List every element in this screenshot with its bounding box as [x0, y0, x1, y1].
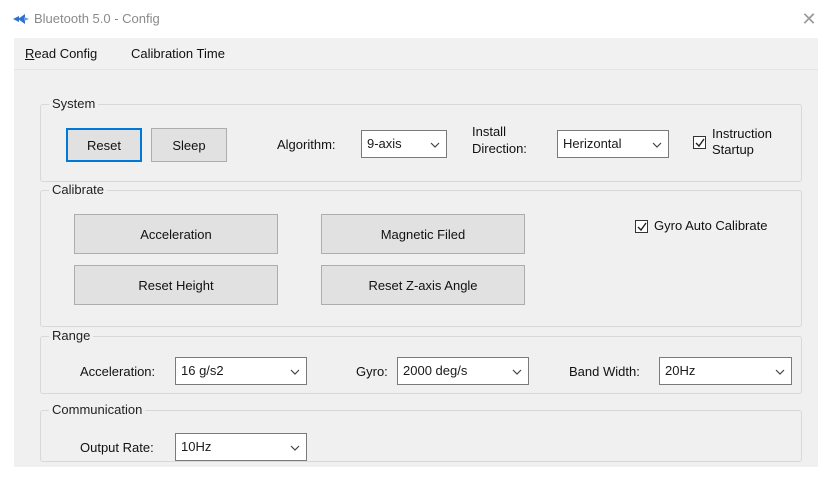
chevron-down-icon — [652, 142, 662, 148]
output-rate-label: Output Rate: — [80, 440, 154, 455]
install-direction-label: Install Direction: — [472, 123, 527, 157]
checkbox-box — [635, 219, 648, 233]
output-rate-value: 10Hz — [181, 439, 212, 454]
window-title: Bluetooth 5.0 - Config — [34, 11, 160, 26]
calibrate-group: Calibrate — [40, 182, 802, 327]
instruction-startup-checkbox[interactable]: Instruction Startup — [693, 126, 772, 158]
chevron-down-icon — [290, 445, 300, 451]
instruction-line2: Startup — [712, 142, 754, 157]
range-acceleration-label: Acceleration: — [80, 364, 156, 379]
gyro-range-select[interactable]: 2000 deg/s — [397, 357, 529, 385]
chevron-down-icon — [775, 369, 785, 375]
install-label-line1: Install — [472, 124, 506, 139]
output-rate-select[interactable]: 10Hz — [175, 433, 307, 461]
menu-read-config[interactable]: Read Config — [25, 46, 97, 61]
band-width-label: Band Width: — [569, 364, 640, 379]
system-group-label: System — [49, 96, 99, 111]
algorithm-value: 9-axis — [367, 136, 402, 151]
checkbox-box — [693, 135, 706, 149]
close-icon: ✕ — [801, 8, 817, 29]
reset-height-button[interactable]: Reset Height — [74, 265, 278, 305]
range-group-label: Range — [49, 328, 94, 343]
reset-z-axis-angle-button[interactable]: Reset Z-axis Angle — [321, 265, 525, 305]
checkmark-icon — [637, 222, 647, 231]
bluetooth-app-icon — [13, 14, 29, 24]
reset-button[interactable]: Reset — [66, 128, 142, 162]
algorithm-select[interactable]: 9-axis — [361, 130, 447, 158]
algorithm-label: Algorithm: — [277, 137, 336, 152]
chevron-down-icon — [512, 369, 522, 375]
close-button[interactable]: ✕ — [786, 0, 832, 38]
config-panel: System Reset Sleep Algorithm: 9-axis Ins… — [14, 70, 818, 467]
install-direction-value: Herizontal — [563, 136, 622, 151]
gyro-range-value: 2000 deg/s — [403, 363, 468, 378]
band-width-value: 20Hz — [665, 363, 696, 378]
calibrate-group-label: Calibrate — [49, 182, 108, 197]
sleep-button[interactable]: Sleep — [151, 128, 227, 162]
chevron-down-icon — [290, 369, 300, 375]
gyro-auto-calibrate-checkbox[interactable]: Gyro Auto Calibrate — [635, 218, 767, 234]
install-label-line2: Direction: — [472, 141, 527, 156]
gyro-range-label: Gyro: — [356, 364, 388, 379]
install-direction-select[interactable]: Herizontal — [557, 130, 669, 158]
menu-read-config-accel: R — [25, 46, 35, 61]
magnetic-field-button[interactable]: Magnetic Filed — [321, 214, 525, 254]
gyro-auto-calibrate-label: Gyro Auto Calibrate — [654, 218, 768, 233]
menu-bar: Read Config Calibration Time — [14, 38, 818, 70]
menu-calibration-time[interactable]: Calibration Time — [131, 46, 225, 61]
instruction-line1: Instruction — [712, 126, 772, 141]
communication-group: Communication — [40, 402, 802, 462]
range-acceleration-select[interactable]: 16 g/s2 — [175, 357, 307, 385]
range-acceleration-value: 16 g/s2 — [181, 363, 224, 378]
instruction-startup-label: Instruction Startup — [712, 126, 772, 158]
checkmark-icon — [695, 138, 705, 147]
calibrate-acceleration-button[interactable]: Acceleration — [74, 214, 278, 254]
band-width-select[interactable]: 20Hz — [659, 357, 792, 385]
chevron-down-icon — [430, 142, 440, 148]
menu-read-config-label: ead Config — [34, 46, 98, 61]
title-bar: Bluetooth 5.0 - Config ✕ — [0, 0, 832, 38]
communication-group-label: Communication — [49, 402, 146, 417]
